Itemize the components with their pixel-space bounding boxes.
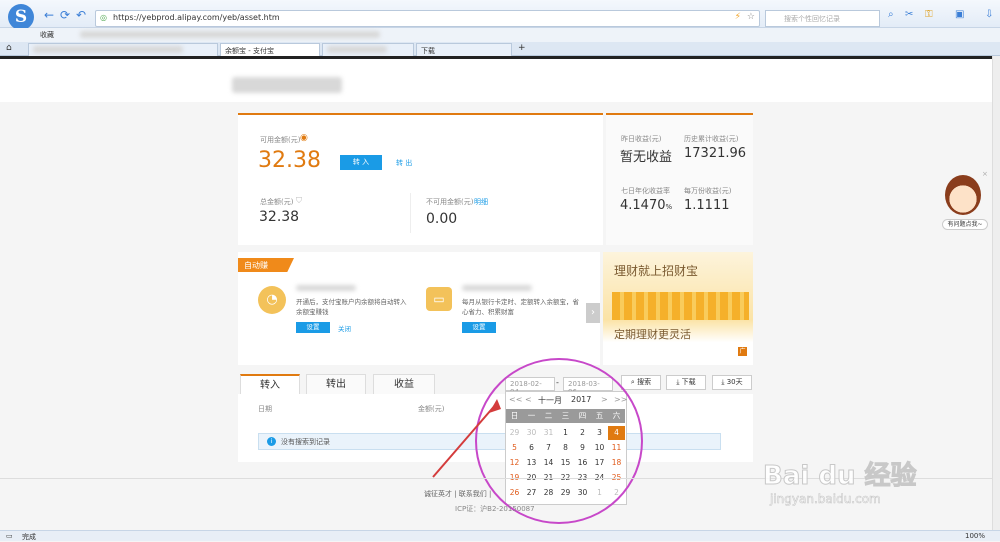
available-value: 32.38 [258, 148, 321, 173]
last-30-days-button[interactable]: ⤓ 30天 [712, 375, 752, 390]
secure-icon: ◎ [100, 13, 107, 22]
unavailable-label: 不可用金额(元) [426, 198, 474, 206]
key-icon[interactable]: ⚿ [925, 9, 933, 20]
tab-transfer-in[interactable]: 转入 [240, 374, 300, 394]
zoom-level[interactable]: 100% [965, 532, 985, 540]
item1-set-button[interactable]: 设置 [296, 322, 330, 333]
piggy-bank-icon: ◔ [258, 286, 286, 314]
next-arrow-icon[interactable]: › [586, 303, 600, 323]
tab-earnings[interactable]: 收益 [373, 374, 435, 394]
seven-day-value: 4.1470% [620, 198, 673, 213]
info-icon: i [267, 437, 276, 446]
yesterday-label: 昨日收益(元) [621, 135, 662, 143]
unavailable-detail-link[interactable]: 明细 [474, 197, 488, 207]
tab-bar: ⌂ 余额宝 - 支付宝 下载 + [0, 42, 1000, 56]
tab-download[interactable]: 下载 [416, 43, 512, 56]
tab-download-label: 下载 [421, 47, 435, 55]
tab-yeb-label: 余额宝 - 支付宝 [225, 47, 274, 55]
refresh-icon[interactable]: ⟳ [58, 8, 72, 22]
search-input[interactable]: 搜索个性回忆记录 [765, 10, 880, 27]
helper-avatar[interactable] [945, 175, 981, 215]
save-icon[interactable]: ▣ [955, 9, 964, 20]
bank-card-icon: ▭ [426, 287, 452, 311]
undo-icon[interactable]: ↶ [74, 8, 88, 22]
history-value: 17321.96 [684, 146, 747, 161]
item2-set-button[interactable]: 设置 [462, 322, 496, 333]
search-button[interactable]: ⌕ 搜索 [621, 375, 661, 390]
item1-text: 开通后，支付宝账户内余额将自动转入余额宝赚钱 [296, 298, 407, 316]
seven-day-label: 七日年化收益率 [621, 187, 670, 195]
footer-icp: ICP证：沪B2-20150087 [455, 505, 535, 513]
item2-title-blur [462, 285, 532, 291]
empty-message: 没有搜索到记录 [281, 438, 330, 446]
annotation-arrow [432, 399, 501, 478]
search-btn-label: 搜索 [637, 378, 652, 386]
tab-blurred[interactable] [28, 43, 218, 56]
auto-earn-badge: 自动赚 [238, 258, 294, 272]
download-icon[interactable]: ⇩ [985, 9, 993, 20]
per-10k-value: 1.1111 [684, 198, 730, 213]
item1-title-blur [296, 285, 356, 291]
yield-card [606, 113, 753, 245]
status-bar: ▭ 完成 100% [0, 530, 1000, 541]
browser-toolbar: S ← ⟳ ↶ ◎ https://yebprod.alipay.com/yeb… [0, 0, 1000, 30]
download-btn-icon: ⤓ [676, 378, 680, 386]
per-10k-label: 每万份收益(元) [684, 187, 732, 195]
search-placeholder: 搜索个性回忆记录 [784, 15, 840, 23]
star-icon[interactable]: ☆ [747, 12, 755, 22]
flash-icon[interactable]: ⚡ [735, 12, 741, 22]
scrollbar[interactable] [992, 56, 1000, 530]
address-text: https://yebprod.alipay.com/yeb/asset.htm [113, 13, 280, 22]
watermark-brand: Bai du 经验 [763, 461, 917, 492]
helper-label[interactable]: 有问题点我~ [942, 219, 988, 230]
site-header [0, 56, 992, 102]
footer-links[interactable]: 诚征英才 | 联系我们 | [424, 489, 491, 499]
transfer-in-button[interactable]: 转 入 [340, 155, 382, 170]
item2-text: 每月从银行卡定时、定额转入余额宝，省心省力、积累财富 [462, 298, 579, 316]
favorites-bar: 收藏 [0, 28, 1000, 42]
total-label: 总金额(元) [260, 198, 294, 206]
transfer-out-link[interactable]: 转 出 [396, 158, 412, 168]
status-icon: ▭ [6, 532, 13, 540]
history-label: 历史累计收益(元) [684, 135, 739, 143]
watermark-url: jingyan.baidu.com [770, 492, 881, 507]
home-icon[interactable]: ⌂ [6, 43, 12, 53]
scissors-icon[interactable]: ✂ [905, 9, 913, 20]
favorites-blur [80, 31, 380, 38]
search-btn-icon: ⌕ [630, 378, 635, 386]
back-icon[interactable]: ← [42, 8, 56, 22]
col-date: 日期 [258, 405, 272, 413]
days-btn-icon: ⤓ [721, 378, 725, 386]
days-btn-label: 30天 [726, 378, 743, 386]
unavailable-value: 0.00 [426, 211, 458, 227]
available-label: 可用金额(元) [260, 136, 301, 144]
shield-icon: ⛉ [296, 196, 302, 205]
site-logo[interactable] [232, 77, 342, 93]
tab-yeb[interactable]: 余额宝 - 支付宝 [220, 43, 320, 56]
divider [410, 193, 411, 233]
eye-icon[interactable]: ◉ [300, 133, 308, 143]
banner-title: 理财就上招财宝 [614, 264, 699, 278]
tab-blurred-2[interactable] [322, 43, 414, 56]
tab-transfer-out[interactable]: 转出 [306, 374, 366, 394]
banner-subtitle: 定期理财更灵活 [614, 328, 691, 341]
new-tab-button[interactable]: + [518, 43, 526, 53]
browser-logo-icon[interactable]: S [8, 4, 34, 30]
search-icon[interactable]: ⌕ [888, 9, 894, 20]
download-btn-label: 下载 [681, 378, 696, 386]
ad-badge: 广 [738, 347, 747, 356]
helper-close-icon[interactable]: × [982, 170, 988, 178]
yesterday-value: 暂无收益 [620, 150, 673, 165]
banner-coins [612, 292, 749, 320]
address-bar[interactable]: ◎ https://yebprod.alipay.com/yeb/asset.h… [95, 10, 760, 27]
item1-close-link[interactable]: 关闭 [338, 323, 351, 333]
balance-card [238, 113, 603, 245]
download-button[interactable]: ⤓ 下载 [666, 375, 706, 390]
favorites-label[interactable]: 收藏 [40, 30, 54, 40]
total-value: 32.38 [259, 209, 300, 225]
